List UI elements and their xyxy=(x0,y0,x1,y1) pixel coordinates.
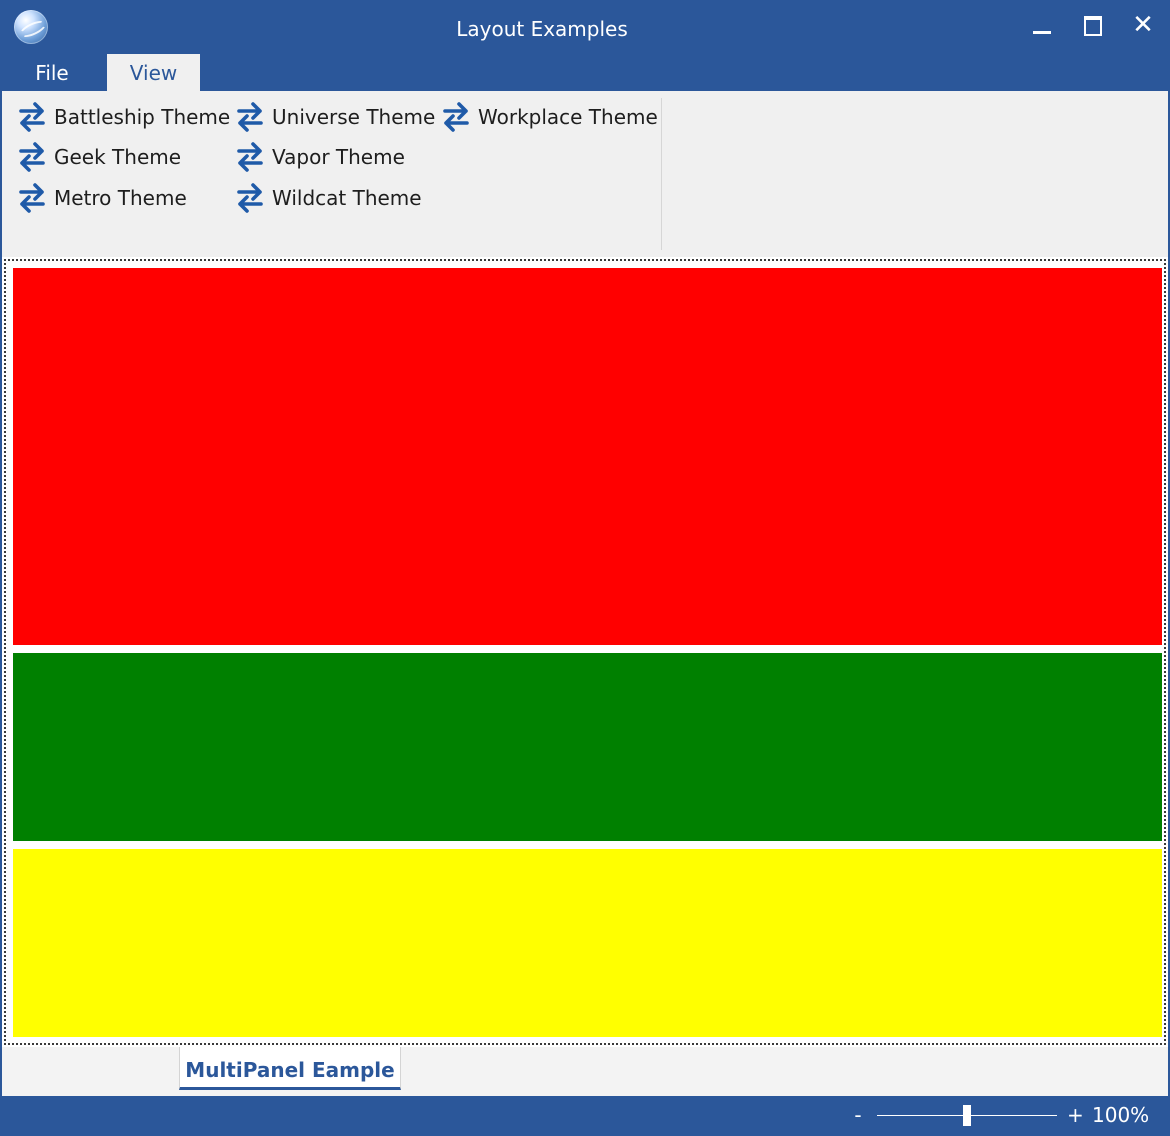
theme-label: Metro Theme xyxy=(54,186,187,210)
window-title: Layout Examples xyxy=(456,17,628,41)
theme-label: Geek Theme xyxy=(54,145,182,169)
swap-arrows-icon xyxy=(19,142,45,172)
title-bar: Layout Examples ✕ xyxy=(0,0,1170,54)
app-window: Layout Examples ✕ File View Battleship T… xyxy=(0,0,1170,1136)
zoom-slider-thumb[interactable] xyxy=(963,1105,971,1126)
status-bar: - + 100% xyxy=(0,1096,1170,1136)
green-panel[interactable] xyxy=(13,653,1162,841)
multipanel-content xyxy=(4,259,1166,1045)
minimize-icon xyxy=(1033,31,1051,34)
universe-theme-button[interactable]: Universe Theme xyxy=(232,99,435,135)
battleship-theme-button[interactable]: Battleship Theme xyxy=(14,99,230,135)
theme-label: Wildcat Theme xyxy=(272,186,422,210)
theme-label: Universe Theme xyxy=(272,105,436,129)
close-button[interactable]: ✕ xyxy=(1118,0,1168,50)
yellow-panel[interactable] xyxy=(13,849,1162,1037)
theme-label: Battleship Theme xyxy=(54,105,231,129)
ribbon-tab-bar: File View xyxy=(0,54,1170,91)
workplace-theme-button[interactable]: Workplace Theme xyxy=(438,99,658,135)
close-icon: ✕ xyxy=(1132,10,1154,40)
ribbon-panel: Battleship Theme Geek Theme Metro Theme xyxy=(2,91,1168,257)
tab-file[interactable]: File xyxy=(2,54,102,91)
theme-label: Workplace Theme xyxy=(478,105,658,129)
swap-arrows-icon xyxy=(237,142,263,172)
theme-label: Vapor Theme xyxy=(272,145,405,169)
minimize-button[interactable] xyxy=(1017,0,1067,50)
tab-view[interactable]: View xyxy=(107,54,200,91)
maximize-button[interactable] xyxy=(1068,0,1118,50)
red-panel[interactable] xyxy=(13,268,1162,645)
swap-arrows-icon xyxy=(237,183,263,213)
swap-arrows-icon xyxy=(443,102,469,132)
zoom-level-label: 100% xyxy=(1092,1103,1150,1127)
metro-theme-button[interactable]: Metro Theme xyxy=(14,180,187,216)
document-tab-strip: MultiPanel Eample xyxy=(2,1047,1168,1096)
zoom-in-button[interactable]: + xyxy=(1067,1102,1084,1128)
zoom-out-button[interactable]: - xyxy=(851,1102,865,1128)
vapor-theme-button[interactable]: Vapor Theme xyxy=(232,139,405,175)
swap-arrows-icon xyxy=(19,183,45,213)
maximize-icon xyxy=(1084,16,1102,36)
ribbon-group-divider xyxy=(661,98,662,250)
tab-multipanel-example[interactable]: MultiPanel Eample xyxy=(179,1047,401,1090)
swap-arrows-icon xyxy=(237,102,263,132)
wildcat-theme-button[interactable]: Wildcat Theme xyxy=(232,180,422,216)
geek-theme-button[interactable]: Geek Theme xyxy=(14,139,181,175)
swap-arrows-icon xyxy=(19,102,45,132)
